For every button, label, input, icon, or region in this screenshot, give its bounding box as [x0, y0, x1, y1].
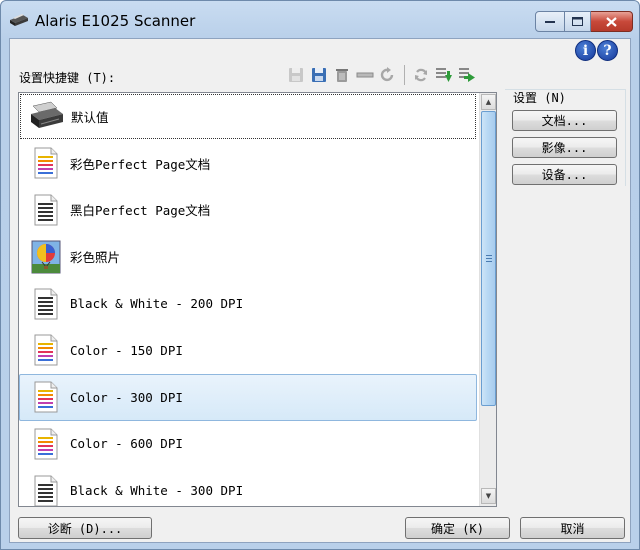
toolbar-separator — [404, 65, 405, 85]
list-item-color-150dpi[interactable]: Color - 150 DPI — [19, 327, 477, 374]
diagnostics-button[interactable]: 诊断 (D)... — [18, 517, 152, 539]
scanner-app-icon — [9, 12, 29, 28]
help-icons: i ? — [575, 40, 618, 61]
close-icon — [606, 16, 617, 27]
shortcut-list[interactable]: 默认值 彩色Perfect Page文档 黑白Perfect Page文档 彩色… — [18, 92, 497, 507]
export-icon[interactable] — [457, 65, 477, 85]
title-bar[interactable]: Alaris E1025 Scanner — [1, 1, 639, 39]
undo-icon[interactable] — [378, 65, 398, 85]
caption-buttons — [535, 11, 633, 33]
list-item-label: Color - 600 DPI — [70, 436, 183, 452]
vertical-scrollbar[interactable]: ▲ ▼ — [479, 93, 496, 506]
list-item-label: Color - 300 DPI — [70, 389, 183, 405]
color-document-icon — [28, 379, 64, 415]
color-document-icon — [28, 145, 64, 181]
list-item-label: 黑白Perfect Page文档 — [70, 203, 211, 219]
bw-document-icon — [28, 286, 64, 322]
list-item-bw-300dpi[interactable]: Black & White - 300 DPI — [19, 467, 477, 506]
save-icon[interactable] — [286, 65, 306, 85]
list-item-label: Color - 150 DPI — [70, 342, 183, 358]
close-button[interactable] — [591, 11, 633, 32]
document-settings-button[interactable]: 文档... — [512, 110, 617, 131]
minimize-button[interactable] — [535, 11, 565, 32]
ok-button[interactable]: 确定 (K) — [405, 517, 510, 539]
image-settings-button[interactable]: 影像... — [512, 137, 617, 158]
dialog-body: i ? 设置快捷键 (T): 默认值 彩色Perfect Page文档 黑白Pe… — [9, 38, 631, 543]
scanner-window: Alaris E1025 Scanner i ? 设置快捷键 (T): 默认值 … — [0, 0, 640, 550]
list-item-default[interactable]: 默认值 — [20, 94, 476, 139]
info-icon[interactable]: i — [575, 40, 596, 61]
scanner-icon — [29, 98, 65, 134]
color-document-icon — [28, 426, 64, 462]
scroll-up-button[interactable]: ▲ — [481, 94, 496, 110]
window-title: Alaris E1025 Scanner — [35, 12, 196, 30]
scroll-thumb[interactable] — [481, 111, 496, 406]
help-icon[interactable]: ? — [597, 40, 618, 61]
list-item-bw-200dpi[interactable]: Black & White - 200 DPI — [19, 280, 477, 327]
list-item-label: Black & White - 300 DPI — [70, 483, 244, 499]
maximize-button[interactable] — [565, 11, 591, 32]
list-item-color-300dpi[interactable]: Color - 300 DPI — [19, 373, 477, 421]
grip-icon — [486, 255, 492, 262]
list-item-label: Black & White - 200 DPI — [70, 296, 244, 312]
cancel-button[interactable]: 取消 — [520, 517, 625, 539]
list-item-color-600dpi[interactable]: Color - 600 DPI — [19, 421, 477, 468]
shortcut-items: 默认值 彩色Perfect Page文档 黑白Perfect Page文档 彩色… — [19, 93, 477, 506]
import-icon[interactable] — [434, 65, 454, 85]
shortcut-toolbar — [286, 64, 477, 86]
save-as-icon[interactable] — [309, 65, 329, 85]
list-item-label: 彩色Perfect Page文档 — [70, 156, 211, 172]
bw-document-icon — [28, 192, 64, 228]
list-item-color-perfect-page[interactable]: 彩色Perfect Page文档 — [19, 140, 477, 187]
refresh-icon[interactable] — [411, 65, 431, 85]
bw-document-icon — [28, 473, 64, 506]
list-item-bw-perfect-page[interactable]: 黑白Perfect Page文档 — [19, 187, 477, 234]
list-item-label: 默认值 — [71, 109, 109, 125]
color-document-icon — [28, 332, 64, 368]
color-photo-icon — [28, 239, 64, 275]
delete-icon[interactable] — [332, 65, 352, 85]
settings-label: 设置 (N) — [513, 91, 566, 105]
rename-icon[interactable] — [355, 65, 375, 85]
list-item-color-photo[interactable]: 彩色照片 — [19, 233, 477, 280]
scroll-down-button[interactable]: ▼ — [481, 488, 496, 504]
device-settings-button[interactable]: 设备... — [512, 164, 617, 185]
list-item-label: 彩色照片 — [70, 250, 121, 266]
shortcuts-label: 设置快捷键 (T): — [19, 71, 116, 85]
